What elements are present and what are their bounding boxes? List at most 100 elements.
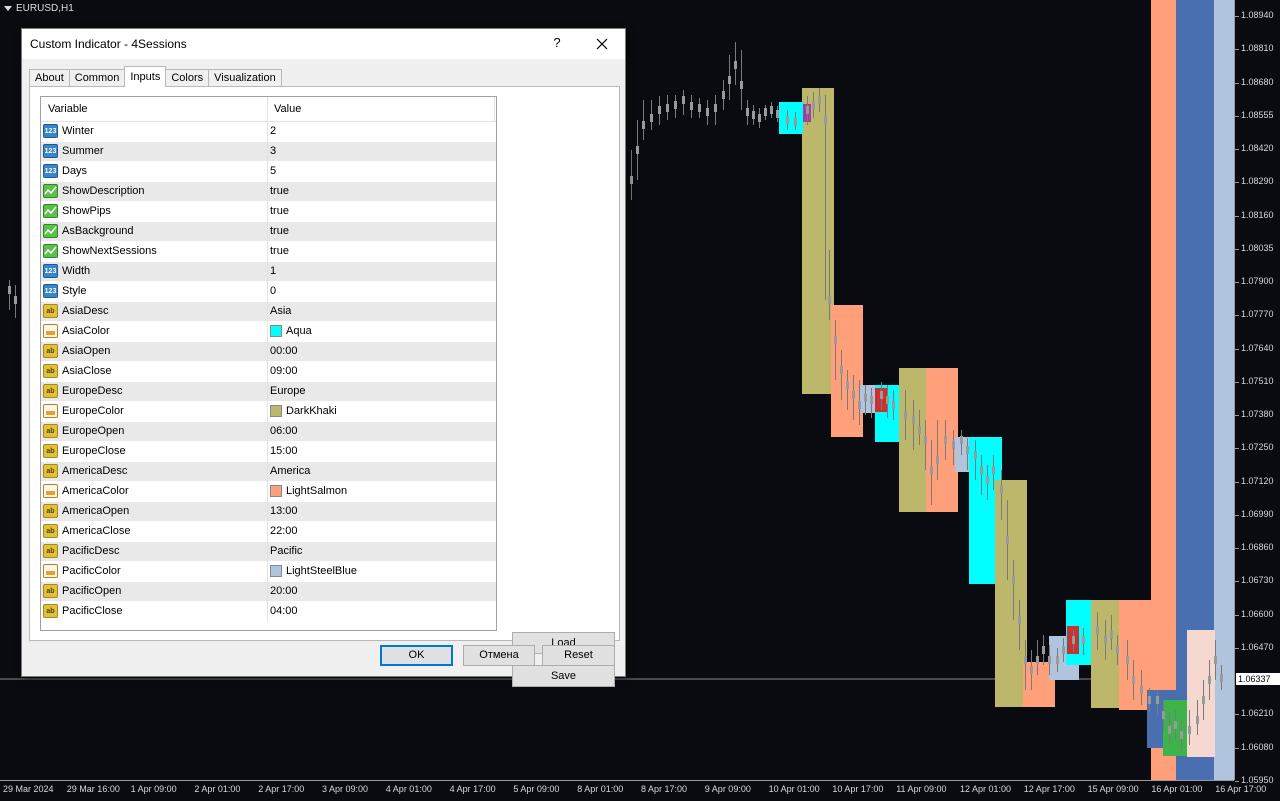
input-value-cell[interactable]: 3: [270, 145, 276, 157]
color-swatch[interactable]: [270, 325, 282, 337]
input-value-cell[interactable]: LightSalmon: [270, 485, 347, 497]
candle-body: [734, 61, 737, 69]
candle-body: [880, 391, 883, 399]
time-tick-label: 12 Apr 17:00: [1023, 784, 1075, 794]
input-row-pacificopen[interactable]: ab PacificOpen 20:00: [41, 582, 496, 602]
input-row-pacificclose[interactable]: ab PacificClose 04:00: [41, 602, 496, 622]
input-value-cell[interactable]: LightSteelBlue: [270, 565, 357, 577]
input-row-americacolor[interactable]: AmericaColor LightSalmon: [41, 482, 496, 502]
input-row-europeopen[interactable]: ab EuropeOpen 06:00: [41, 422, 496, 442]
input-row-americadesc[interactable]: ab AmericaDesc America: [41, 462, 496, 482]
input-value-cell[interactable]: America: [270, 465, 310, 477]
input-value-cell[interactable]: true: [270, 245, 289, 257]
input-value-text: 22:00: [270, 525, 298, 537]
input-value-cell[interactable]: true: [270, 205, 289, 217]
input-variable-name: PacificClose: [62, 605, 123, 617]
string-icon: ab: [43, 464, 58, 478]
color-icon: [43, 564, 58, 578]
column-divider[interactable]: [267, 97, 268, 121]
input-variable-name: AmericaOpen: [62, 505, 130, 517]
reset-button[interactable]: Reset: [542, 645, 615, 666]
candle-body: [1116, 646, 1119, 654]
color-swatch[interactable]: [270, 485, 282, 497]
input-value-cell[interactable]: true: [270, 225, 289, 237]
ok-button[interactable]: OK: [380, 645, 453, 666]
input-value-cell[interactable]: true: [270, 185, 289, 197]
column-header-variable[interactable]: Variable: [48, 103, 88, 115]
input-row-width[interactable]: 123 Width 1: [41, 262, 496, 282]
input-row-shownextsessions[interactable]: ShowNextSessions true: [41, 242, 496, 262]
input-row-americaopen[interactable]: ab AmericaOpen 13:00: [41, 502, 496, 522]
candle-body: [1202, 696, 1205, 704]
tab-about[interactable]: About: [29, 69, 70, 87]
candle-body: [824, 116, 827, 124]
time-scale[interactable]: 29 Mar 2024 29 Mar 16:00 1 Apr 09:00 2 Apr …: [0, 780, 1266, 801]
tab-common[interactable]: Common: [68, 69, 126, 87]
input-row-asbackground[interactable]: AsBackground true: [41, 222, 496, 242]
input-row-europecolor[interactable]: EuropeColor DarkKhaki: [41, 402, 496, 422]
input-row-pacificcolor[interactable]: PacificColor LightSteelBlue: [41, 562, 496, 582]
column-divider: [267, 182, 268, 202]
input-value-cell[interactable]: 22:00: [270, 525, 298, 537]
color-swatch[interactable]: [270, 565, 282, 577]
candle-body: [974, 451, 977, 459]
input-value-text: 3: [270, 145, 277, 157]
tab-colors[interactable]: Colors: [165, 69, 210, 87]
candle-body: [1042, 646, 1045, 654]
candle-body: [892, 401, 895, 409]
input-value-cell[interactable]: Aqua: [270, 325, 312, 337]
chart-menu-triangle-icon[interactable]: [4, 6, 12, 11]
candle-body: [918, 426, 921, 434]
input-value-cell[interactable]: Pacific: [270, 545, 302, 557]
input-row-asiacolor[interactable]: AsiaColor Aqua: [41, 322, 496, 342]
input-value-cell[interactable]: 20:00: [270, 585, 298, 597]
input-row-pacificdesc[interactable]: ab PacificDesc Pacific: [41, 542, 496, 562]
input-row-summer[interactable]: 123 Summer 3: [41, 142, 496, 162]
tab-inputs[interactable]: Inputs: [124, 66, 167, 87]
candle-body: [936, 456, 939, 464]
input-row-asiadesc[interactable]: ab AsiaDesc Asia: [41, 302, 496, 322]
input-value-cell[interactable]: DarkKhaki: [270, 405, 337, 417]
input-value-cell[interactable]: 0: [270, 285, 276, 297]
input-value-cell[interactable]: 06:00: [270, 425, 298, 437]
input-row-showdescription[interactable]: ShowDescription true: [41, 182, 496, 202]
input-row-winter[interactable]: 123 Winter 2: [41, 122, 496, 142]
input-row-style[interactable]: 123 Style 0: [41, 282, 496, 302]
input-value-cell[interactable]: 2: [270, 125, 276, 137]
color-icon: [43, 484, 58, 498]
input-value-cell[interactable]: Europe: [270, 385, 305, 397]
candle-body: [904, 411, 907, 419]
input-value-cell[interactable]: Asia: [270, 305, 291, 317]
input-value-text: Aqua: [286, 325, 312, 337]
save-button[interactable]: Save: [512, 665, 615, 687]
input-value-text: 0: [270, 285, 277, 297]
input-row-asiaopen[interactable]: ab AsiaOpen 00:00: [41, 342, 496, 362]
input-row-europedesc[interactable]: ab EuropeDesc Europe: [41, 382, 496, 402]
input-value-cell[interactable]: 00:00: [270, 345, 298, 357]
input-row-americaclose[interactable]: ab AmericaClose 22:00: [41, 522, 496, 542]
input-value-cell[interactable]: 04:00: [270, 605, 298, 617]
input-value-cell[interactable]: 13:00: [270, 505, 298, 517]
candle-body: [1104, 636, 1107, 644]
input-row-europeclose[interactable]: ab EuropeClose 15:00: [41, 442, 496, 462]
input-value-text: 1: [270, 265, 277, 277]
input-value-cell[interactable]: 1: [270, 265, 276, 277]
input-value-cell[interactable]: 15:00: [270, 445, 298, 457]
help-button[interactable]: ?: [550, 35, 564, 50]
price-tick-label: 1.06990: [1241, 508, 1274, 519]
input-value-cell[interactable]: 09:00: [270, 365, 298, 377]
color-swatch[interactable]: [270, 405, 282, 417]
tab-visualization[interactable]: Visualization: [208, 69, 282, 87]
input-value-cell[interactable]: 5: [270, 165, 276, 177]
cancel-button[interactable]: Отмена: [463, 645, 535, 666]
dialog-titlebar[interactable]: Custom Indicator - 4Sessions ?: [22, 29, 625, 59]
time-tick-label: 16 Apr 01:00: [1151, 784, 1203, 794]
input-row-showpips[interactable]: ShowPips true: [41, 202, 496, 222]
price-scale[interactable]: 1.08940 1.08810 1.08680 1.08555 1.08420 1.082…: [1234, 0, 1280, 785]
close-button[interactable]: [590, 32, 614, 56]
string-icon: ab: [43, 584, 58, 598]
column-header-value[interactable]: Value: [274, 103, 301, 115]
input-row-asiaclose[interactable]: ab AsiaClose 09:00: [41, 362, 496, 382]
input-row-days[interactable]: 123 Days 5: [41, 162, 496, 182]
candle-body: [924, 436, 927, 444]
